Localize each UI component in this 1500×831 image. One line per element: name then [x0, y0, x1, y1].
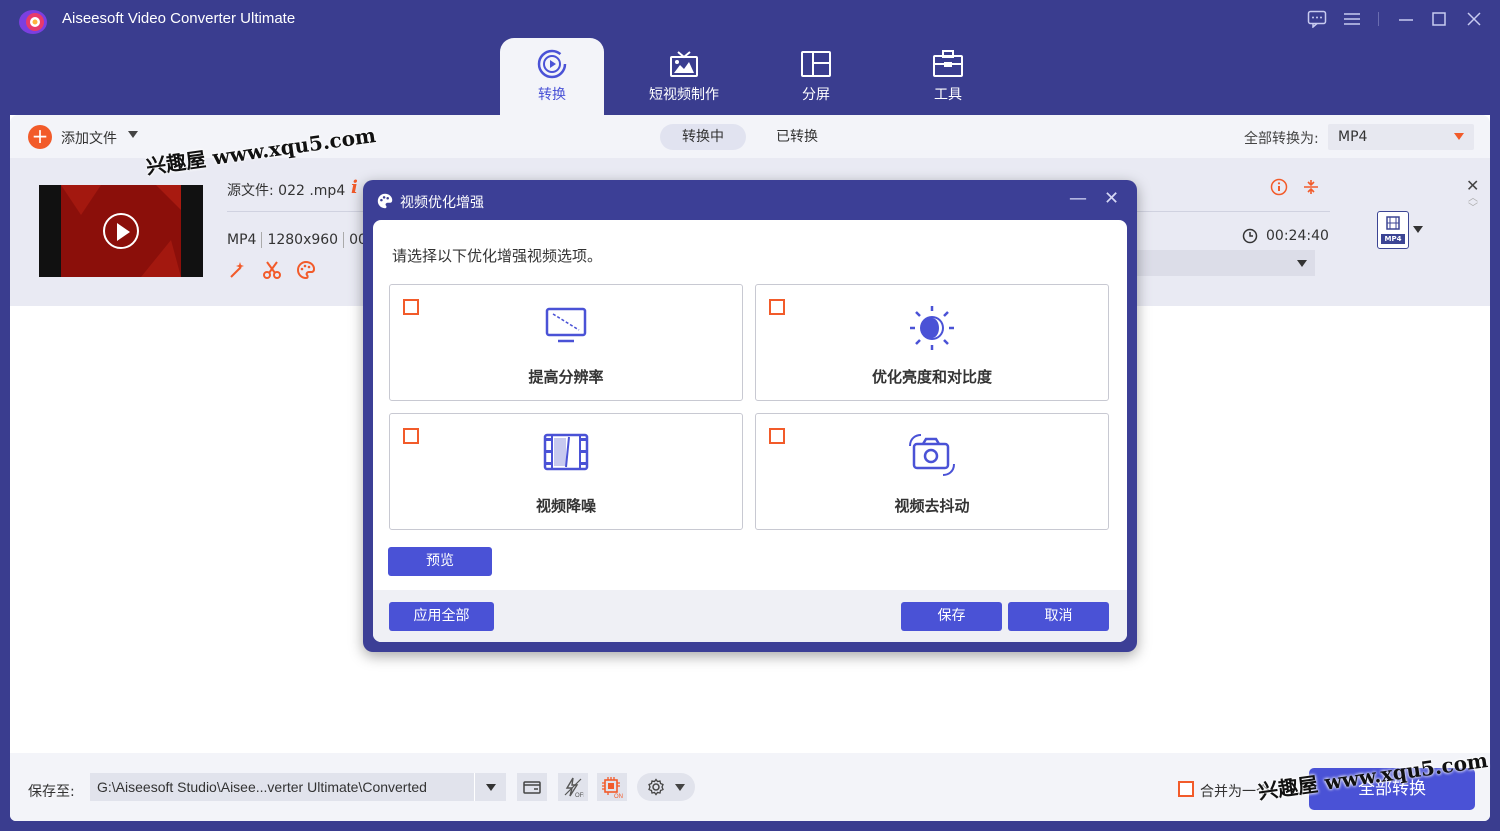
hardware-accel-off-button[interactable]: OFF	[558, 773, 588, 801]
brightness-contrast-label: 优化亮度和对比度	[871, 368, 992, 386]
output-format-tag: MP4	[1381, 234, 1405, 244]
cpu-on-icon: ON	[602, 777, 623, 799]
folder-icon	[523, 781, 541, 794]
tab-mv-label: 短视频制作	[649, 87, 719, 103]
dialog-footer: 应用全部 保存 取消	[373, 590, 1127, 642]
file-meta: MP41280x96000:2	[227, 232, 381, 248]
option-stabilize[interactable]: 视频去抖动	[755, 413, 1109, 530]
add-files-label[interactable]: 添加文件	[61, 128, 117, 148]
convert-icon	[537, 49, 567, 79]
upscale-resolution-icon	[545, 307, 587, 343]
lightning-off-icon: OFF	[564, 777, 584, 798]
chevron-down-icon	[1454, 133, 1464, 140]
gear-icon	[648, 778, 664, 796]
palette-icon[interactable]	[296, 260, 316, 280]
output-format-dropdown-icon[interactable]	[1413, 226, 1423, 233]
save-path-field[interactable]: G:\Aiseesoft Studio\Aisee...verter Ultim…	[90, 773, 474, 801]
enhance-video-dialog: 视频优化增强 — ✕ 请选择以下优化增强视频选项。 提高分辨率 优化亮度和对比度…	[363, 180, 1137, 652]
output-duration-value: 00:24:40	[1266, 228, 1329, 244]
option-brightness-contrast[interactable]: 优化亮度和对比度	[755, 284, 1109, 401]
stabilize-label: 视频去抖动	[894, 497, 970, 515]
video-thumbnail[interactable]	[39, 185, 203, 277]
svg-text:ON: ON	[614, 794, 623, 799]
dialog-minimize-icon[interactable]: —	[1069, 188, 1087, 209]
letterbox-right	[181, 185, 203, 277]
add-files-button[interactable]: +	[28, 125, 52, 149]
dialog-title: 视频优化增强	[400, 195, 484, 211]
title-bar: Aiseesoft Video Converter Ultimate	[0, 0, 1500, 40]
play-icon[interactable]	[103, 213, 139, 249]
convert-all-format-value: MP4	[1338, 129, 1368, 145]
preview-button[interactable]: 预览	[388, 547, 492, 576]
feedback-icon[interactable]	[1304, 8, 1330, 30]
row-right-tools	[1270, 178, 1320, 196]
apply-all-button[interactable]: 应用全部	[389, 602, 494, 631]
output-settings-select[interactable]	[1125, 250, 1315, 276]
app-title: Aiseesoft Video Converter Ultimate	[62, 10, 296, 27]
tab-converted[interactable]: 已转换	[754, 124, 840, 150]
file-format: MP4	[227, 232, 257, 248]
magic-wand-icon[interactable]	[228, 260, 248, 280]
stabilize-icon	[909, 434, 955, 476]
titlebar-divider	[1378, 12, 1379, 26]
dialog-prompt: 请选择以下优化增强视频选项。	[392, 247, 603, 265]
dialog-close-icon[interactable]: ✕	[1104, 188, 1119, 209]
source-file-name: 源文件: 022 .mp4	[227, 183, 346, 199]
tab-collage[interactable]: 分屏	[764, 38, 868, 115]
chevron-down-icon	[1297, 260, 1307, 267]
menu-icon[interactable]	[1339, 8, 1365, 30]
palette-icon	[377, 193, 393, 209]
file-resolution: 1280x960	[261, 232, 339, 248]
scissors-icon[interactable]	[262, 260, 282, 280]
denoise-icon	[543, 433, 589, 471]
save-path-dropdown[interactable]	[474, 773, 506, 801]
dialog-body: 请选择以下优化增强视频选项。 提高分辨率 优化亮度和对比度 视频降噪 视频去抖动…	[373, 220, 1127, 642]
tab-convert[interactable]: 转换	[500, 38, 604, 115]
tab-toolbox-label: 工具	[934, 87, 962, 103]
cancel-button[interactable]: 取消	[1008, 602, 1109, 631]
collage-icon	[801, 51, 831, 77]
save-button[interactable]: 保存	[901, 602, 1002, 631]
maximize-icon[interactable]	[1426, 8, 1452, 30]
output-format-button[interactable]: MP4	[1377, 211, 1409, 249]
settings-button[interactable]	[637, 773, 695, 801]
tab-toolbox[interactable]: 工具	[896, 38, 1000, 115]
option-denoise[interactable]: 视频降噪	[389, 413, 743, 530]
option-upscale-resolution[interactable]: 提高分辨率	[389, 284, 743, 401]
info-icon[interactable]: i	[351, 177, 358, 198]
save-to-label: 保存至:	[28, 784, 75, 800]
reorder-arrows-icon[interactable]: ︿ ﹀	[1468, 194, 1478, 214]
denoise-label: 视频降噪	[535, 497, 596, 515]
tab-collage-label: 分屏	[802, 87, 830, 103]
close-icon[interactable]	[1461, 8, 1487, 30]
tab-mv[interactable]: 短视频制作	[632, 38, 736, 115]
add-files-dropdown-icon[interactable]	[128, 131, 138, 138]
compress-icon[interactable]	[1302, 178, 1320, 196]
minimize-icon[interactable]	[1393, 8, 1419, 30]
merge-checkbox[interactable]	[1178, 781, 1194, 797]
clock-icon	[1242, 228, 1258, 244]
gpu-accel-on-button[interactable]: ON	[597, 773, 627, 801]
letterbox-left	[39, 185, 61, 277]
media-info-icon[interactable]	[1270, 178, 1288, 196]
film-icon	[1386, 216, 1400, 230]
upscale-resolution-label: 提高分辨率	[528, 368, 604, 386]
brightness-icon	[910, 306, 954, 350]
app-logo-icon	[19, 10, 47, 34]
tab-converting[interactable]: 转换中	[660, 124, 746, 150]
convert-all-format-select[interactable]: MP4	[1328, 124, 1474, 150]
output-duration: 00:24:40	[1242, 228, 1329, 244]
mv-icon	[670, 51, 698, 77]
toolbox-icon	[933, 50, 963, 77]
edit-tools	[228, 260, 316, 280]
chevron-down-icon	[675, 784, 685, 791]
convert-all-to-label: 全部转换为:	[1244, 131, 1319, 147]
open-folder-button[interactable]	[517, 773, 547, 801]
svg-text:OFF: OFF	[575, 793, 584, 798]
tab-convert-label: 转换	[538, 87, 566, 103]
